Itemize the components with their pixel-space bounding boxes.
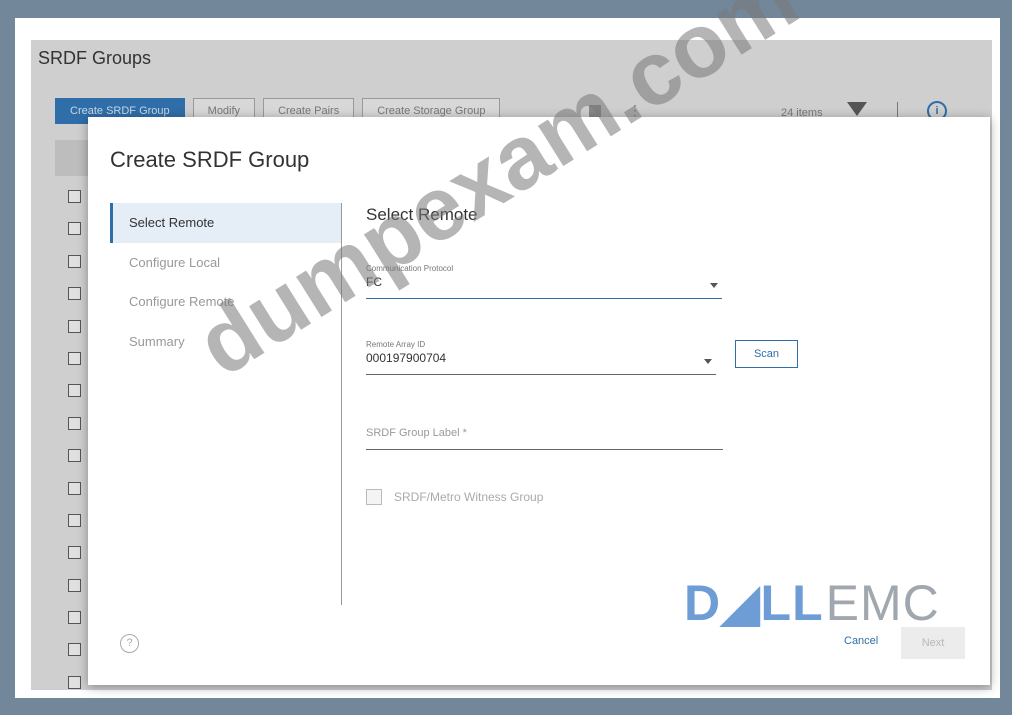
table-rows [68,190,81,690]
field-underline [366,297,722,299]
row-checkbox[interactable] [68,675,81,689]
dell-emc-logo: D◢LL EMC [684,578,940,628]
help-icon[interactable]: ? [120,634,139,653]
field-underline [366,374,716,375]
dialog-title: Create SRDF Group [110,147,310,172]
row-checkbox[interactable] [68,449,81,463]
row-checkbox[interactable] [68,578,81,592]
row-checkbox[interactable] [68,287,81,301]
emc-logo-text: EMC [825,575,940,631]
row-checkbox[interactable] [68,416,81,430]
next-button[interactable]: Next [901,627,965,659]
row-checkbox[interactable] [68,643,81,657]
row-checkbox[interactable] [68,222,81,236]
scan-button[interactable]: Scan [735,340,798,368]
row-checkbox[interactable] [68,190,81,203]
remote-array-label: Remote Array ID [366,340,426,349]
group-label-placeholder: SRDF Group Label * [366,427,467,439]
remote-array-value: 000197900704 [366,351,447,365]
row-checkbox[interactable] [68,546,81,560]
metro-witness-label: SRDF/Metro Witness Group [394,490,544,504]
row-checkbox[interactable] [68,384,81,398]
row-checkbox[interactable] [68,319,81,333]
remote-array-id-select[interactable]: Remote Array ID 000197900704 [366,340,716,375]
row-checkbox[interactable] [68,611,81,625]
metro-witness-row: SRDF/Metro Witness Group [366,489,543,505]
field-underline [366,449,723,450]
row-checkbox[interactable] [68,481,81,495]
chevron-down-icon [704,359,712,364]
filter-icon[interactable] [847,102,867,116]
dell-logo-text: D◢LL [684,575,824,631]
page-title: SRDF Groups [38,48,152,68]
row-checkbox[interactable] [68,351,81,365]
row-checkbox[interactable] [68,513,81,527]
chevron-down-icon [710,283,718,288]
srdf-group-label-input[interactable]: SRDF Group Label * [366,427,723,450]
metro-witness-checkbox[interactable] [366,489,382,505]
cancel-button[interactable]: Cancel [844,635,878,647]
row-checkbox[interactable] [68,254,81,268]
